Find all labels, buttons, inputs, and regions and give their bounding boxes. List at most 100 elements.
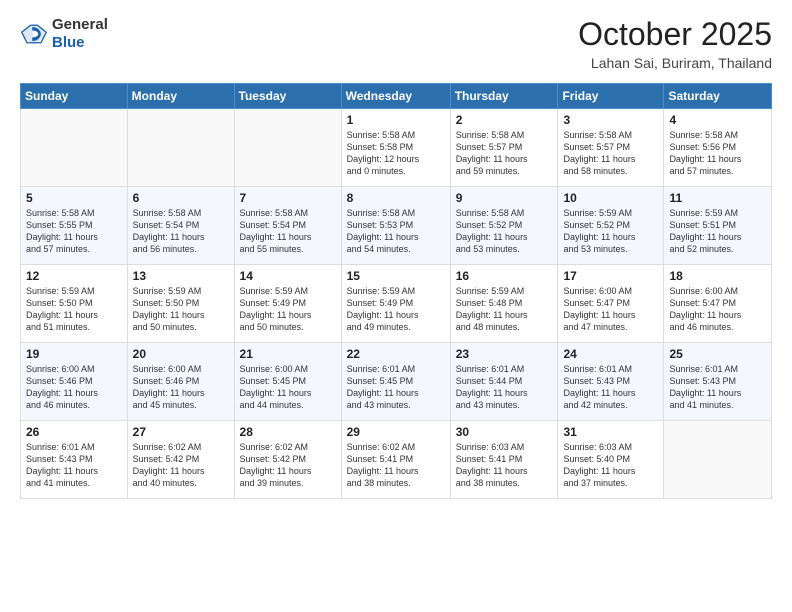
calendar-cell: 13 Sunrise: 5:59 AM Sunset: 5:50 PM Dayli… [127,265,234,343]
day-number: 2 [456,113,553,127]
day-info: Sunrise: 6:01 AM Sunset: 5:44 PM Dayligh… [456,363,553,412]
calendar-cell: 22 Sunrise: 6:01 AM Sunset: 5:45 PM Dayli… [341,343,450,421]
weekday-header: Friday [558,84,664,109]
day-number: 20 [133,347,229,361]
day-info: Sunrise: 6:00 AM Sunset: 5:45 PM Dayligh… [240,363,336,412]
calendar-cell [664,421,772,499]
calendar-cell: 8Sunrise: 5:58 AM Sunset: 5:53 PM Daylig… [341,187,450,265]
day-number: 4 [669,113,766,127]
calendar-cell: 23 Sunrise: 6:01 AM Sunset: 5:44 PM Dayli… [450,343,558,421]
day-number: 7 [240,191,336,205]
calendar-week-row: 19 Sunrise: 6:00 AM Sunset: 5:46 PM Dayli… [21,343,772,421]
day-info: Sunrise: 6:02 AM Sunset: 5:41 PM Dayligh… [347,441,445,490]
calendar-cell [127,109,234,187]
day-number: 9 [456,191,553,205]
month-title: October 2025 [578,16,772,53]
calendar-cell: 12 Sunrise: 5:59 AM Sunset: 5:50 PM Dayli… [21,265,128,343]
calendar-cell: 19 Sunrise: 6:00 AM Sunset: 5:46 PM Dayli… [21,343,128,421]
day-number: 19 [26,347,122,361]
day-info: Sunrise: 5:58 AM Sunset: 5:53 PM Dayligh… [347,207,445,256]
calendar-cell: 25 Sunrise: 6:01 AM Sunset: 5:43 PM Dayli… [664,343,772,421]
day-info: Sunrise: 5:59 AM Sunset: 5:50 PM Dayligh… [133,285,229,334]
weekday-header: Thursday [450,84,558,109]
calendar-cell: 30Sunrise: 6:03 AM Sunset: 5:41 PM Dayli… [450,421,558,499]
day-number: 14 [240,269,336,283]
day-number: 27 [133,425,229,439]
calendar-header-row: SundayMondayTuesdayWednesdayThursdayFrid… [21,84,772,109]
day-number: 12 [26,269,122,283]
calendar-cell: 2 Sunrise: 5:58 AM Sunset: 5:57 PM Daylig… [450,109,558,187]
logo-general: General [52,16,108,34]
day-info: Sunrise: 6:01 AM Sunset: 5:45 PM Dayligh… [347,363,445,412]
day-info: Sunrise: 6:00 AM Sunset: 5:47 PM Dayligh… [563,285,658,334]
day-info: Sunrise: 6:03 AM Sunset: 5:41 PM Dayligh… [456,441,553,490]
title-block: October 2025 Lahan Sai, Buriram, Thailan… [578,16,772,71]
day-info: Sunrise: 5:58 AM Sunset: 5:56 PM Dayligh… [669,129,766,178]
day-info: Sunrise: 5:58 AM Sunset: 5:55 PM Dayligh… [26,207,122,256]
calendar-cell: 6 Sunrise: 5:58 AM Sunset: 5:54 PM Daylig… [127,187,234,265]
day-info: Sunrise: 5:58 AM Sunset: 5:57 PM Dayligh… [563,129,658,178]
day-info: Sunrise: 5:58 AM Sunset: 5:58 PM Dayligh… [347,129,445,178]
day-info: Sunrise: 6:00 AM Sunset: 5:47 PM Dayligh… [669,285,766,334]
day-info: Sunrise: 5:59 AM Sunset: 5:52 PM Dayligh… [563,207,658,256]
day-number: 10 [563,191,658,205]
weekday-header: Sunday [21,84,128,109]
calendar-cell: 31Sunrise: 6:03 AM Sunset: 5:40 PM Dayli… [558,421,664,499]
day-number: 29 [347,425,445,439]
calendar-cell [234,109,341,187]
calendar-cell: 17 Sunrise: 6:00 AM Sunset: 5:47 PM Dayli… [558,265,664,343]
day-info: Sunrise: 6:01 AM Sunset: 5:43 PM Dayligh… [669,363,766,412]
day-info: Sunrise: 5:58 AM Sunset: 5:54 PM Dayligh… [240,207,336,256]
header: General Blue October 2025 Lahan Sai, Bur… [20,16,772,71]
day-number: 31 [563,425,658,439]
calendar-table: SundayMondayTuesdayWednesdayThursdayFrid… [20,83,772,499]
day-number: 23 [456,347,553,361]
day-number: 3 [563,113,658,127]
day-number: 5 [26,191,122,205]
day-number: 15 [347,269,445,283]
calendar-cell: 10 Sunrise: 5:59 AM Sunset: 5:52 PM Dayli… [558,187,664,265]
calendar-cell: 3 Sunrise: 5:58 AM Sunset: 5:57 PM Daylig… [558,109,664,187]
calendar-cell: 21 Sunrise: 6:00 AM Sunset: 5:45 PM Dayli… [234,343,341,421]
calendar-week-row: 12 Sunrise: 5:59 AM Sunset: 5:50 PM Dayli… [21,265,772,343]
day-number: 21 [240,347,336,361]
day-number: 25 [669,347,766,361]
logo-text: General Blue [52,16,108,52]
day-info: Sunrise: 5:59 AM Sunset: 5:48 PM Dayligh… [456,285,553,334]
calendar-cell: 27 Sunrise: 6:02 AM Sunset: 5:42 PM Dayli… [127,421,234,499]
day-info: Sunrise: 5:58 AM Sunset: 5:54 PM Dayligh… [133,207,229,256]
day-info: Sunrise: 6:01 AM Sunset: 5:43 PM Dayligh… [563,363,658,412]
calendar-cell: 28Sunrise: 6:02 AM Sunset: 5:42 PM Dayli… [234,421,341,499]
day-number: 22 [347,347,445,361]
day-info: Sunrise: 6:02 AM Sunset: 5:42 PM Dayligh… [133,441,229,490]
day-number: 16 [456,269,553,283]
calendar-week-row: 26Sunrise: 6:01 AM Sunset: 5:43 PM Dayli… [21,421,772,499]
logo-icon [20,20,48,48]
calendar-cell: 20Sunrise: 6:00 AM Sunset: 5:46 PM Dayli… [127,343,234,421]
day-info: Sunrise: 5:59 AM Sunset: 5:50 PM Dayligh… [26,285,122,334]
calendar-cell: 9 Sunrise: 5:58 AM Sunset: 5:52 PM Daylig… [450,187,558,265]
calendar-cell: 15 Sunrise: 5:59 AM Sunset: 5:49 PM Dayli… [341,265,450,343]
day-number: 28 [240,425,336,439]
calendar-cell: 7 Sunrise: 5:58 AM Sunset: 5:54 PM Daylig… [234,187,341,265]
day-number: 1 [347,113,445,127]
day-info: Sunrise: 5:58 AM Sunset: 5:52 PM Dayligh… [456,207,553,256]
day-info: Sunrise: 5:58 AM Sunset: 5:57 PM Dayligh… [456,129,553,178]
calendar-week-row: 1 Sunrise: 5:58 AM Sunset: 5:58 PM Daylig… [21,109,772,187]
day-number: 17 [563,269,658,283]
calendar-cell: 4 Sunrise: 5:58 AM Sunset: 5:56 PM Daylig… [664,109,772,187]
day-number: 6 [133,191,229,205]
day-info: Sunrise: 6:00 AM Sunset: 5:46 PM Dayligh… [26,363,122,412]
calendar-cell: 24Sunrise: 6:01 AM Sunset: 5:43 PM Dayli… [558,343,664,421]
calendar-week-row: 5 Sunrise: 5:58 AM Sunset: 5:55 PM Daylig… [21,187,772,265]
calendar-cell: 26Sunrise: 6:01 AM Sunset: 5:43 PM Dayli… [21,421,128,499]
day-info: Sunrise: 6:01 AM Sunset: 5:43 PM Dayligh… [26,441,122,490]
day-number: 18 [669,269,766,283]
calendar-cell: 1 Sunrise: 5:58 AM Sunset: 5:58 PM Daylig… [341,109,450,187]
calendar-cell: 18 Sunrise: 6:00 AM Sunset: 5:47 PM Dayli… [664,265,772,343]
day-info: Sunrise: 5:59 AM Sunset: 5:49 PM Dayligh… [347,285,445,334]
day-number: 11 [669,191,766,205]
weekday-header: Tuesday [234,84,341,109]
calendar-cell [21,109,128,187]
day-number: 13 [133,269,229,283]
